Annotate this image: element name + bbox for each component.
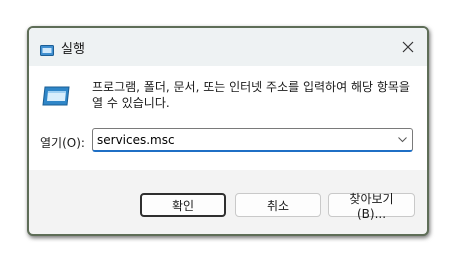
- run-program-icon: [42, 84, 72, 108]
- chevron-down-icon: [397, 137, 407, 143]
- open-label: 열기(O):: [40, 136, 85, 150]
- ok-button[interactable]: 확인: [140, 193, 226, 217]
- dialog-content: 프로그램, 폴더, 문서, 또는 인터넷 주소를 입력하여 해당 항목을 열 수…: [29, 66, 427, 170]
- dropdown-button[interactable]: [395, 132, 409, 148]
- open-combobox[interactable]: [92, 128, 413, 152]
- close-icon: [402, 41, 414, 53]
- cancel-button[interactable]: 취소: [235, 193, 321, 217]
- dialog-description: 프로그램, 폴더, 문서, 또는 인터넷 주소를 입력하여 해당 항목을 열 수…: [92, 80, 410, 110]
- run-window-icon: [40, 41, 54, 56]
- title-bar[interactable]: 실행: [29, 28, 427, 66]
- window-title: 실행: [61, 42, 85, 57]
- close-button[interactable]: [397, 36, 419, 58]
- run-dialog: 실행 프로그램, 폴더, 문서, 또는 인터넷 주소를 입력하여 해당 항목을 …: [27, 26, 429, 236]
- browse-button[interactable]: 찾아보기(B)...: [328, 192, 415, 221]
- open-input[interactable]: [97, 131, 387, 149]
